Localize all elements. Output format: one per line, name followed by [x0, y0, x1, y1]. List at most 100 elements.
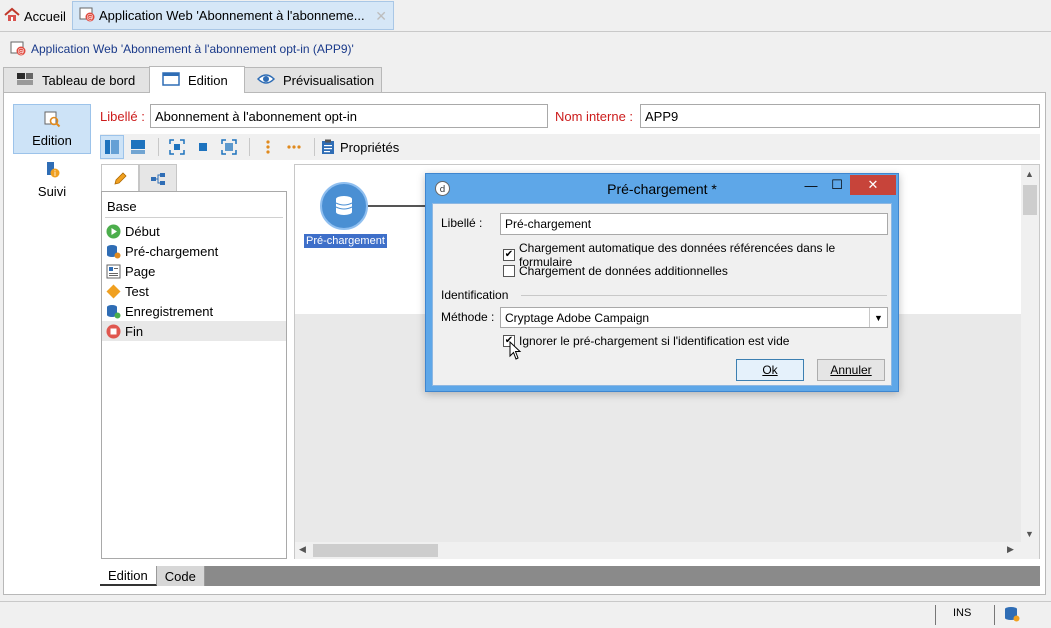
align-horizontal-button[interactable] [282, 135, 306, 159]
palette-item-enregistrement[interactable]: Enregistrement [102, 301, 286, 321]
chk-additional-checkbox[interactable] [503, 265, 515, 277]
properties-label: Propriétés [340, 139, 400, 155]
palette-item-test[interactable]: Test [102, 281, 286, 301]
chk-ignore-row[interactable]: ✔ Ignorer le pré-chargement si l'identif… [503, 334, 789, 348]
palette-item-pre-chargement[interactable]: Pré-chargement [102, 241, 286, 261]
app-icon: d [435, 181, 450, 199]
edit-search-icon [43, 110, 61, 131]
save-database-icon [106, 304, 121, 319]
methode-label: Méthode : [441, 310, 495, 324]
methode-value: Cryptage Adobe Campaign [505, 310, 650, 325]
chk-ignore-label: Ignorer le pré-chargement si l'identific… [519, 334, 790, 348]
editor-toolbar: Propriétés [100, 134, 1040, 160]
nom-interne-field[interactable]: APP9 [640, 104, 1040, 128]
dialog-libelle-field[interactable]: Pré-chargement [500, 213, 888, 235]
scroll-thumb[interactable] [313, 544, 438, 557]
toolbar-separator [314, 138, 315, 156]
node-label[interactable]: Pré-chargement [304, 234, 387, 248]
scroll-thumb[interactable] [1023, 185, 1037, 215]
ok-button[interactable]: Ok [736, 359, 804, 381]
svg-text:@: @ [87, 14, 94, 22]
scroll-down-icon[interactable]: ▼ [1025, 529, 1034, 539]
clipboard-icon [322, 139, 334, 154]
layout-vertical-button[interactable] [100, 135, 124, 159]
maximize-icon[interactable]: ☐ [824, 175, 850, 195]
breadcrumb-label: Application Web 'Abonnement à l'abonneme… [31, 42, 354, 56]
libelle-label: Libellé : [100, 109, 145, 124]
section-divider [521, 295, 887, 296]
layout-horizontal-icon [131, 140, 145, 154]
pre-chargement-node[interactable] [320, 182, 368, 230]
tab-bottom-code[interactable]: Code [156, 566, 205, 586]
page-icon [106, 264, 121, 279]
tab-bottom-edition[interactable]: Edition [100, 566, 157, 586]
sidebar-item-label: Suivi [37, 184, 67, 199]
palette-item-page[interactable]: Page [102, 261, 286, 281]
cancel-button[interactable]: Annuler [817, 359, 885, 381]
sidebar-item-suivi[interactable]: i Suivi [13, 160, 91, 200]
chevron-down-icon[interactable]: ▼ [869, 308, 887, 327]
dialog-title: Pré-chargement * [607, 180, 717, 197]
actual-size-button[interactable] [191, 135, 215, 159]
scroll-right-icon[interactable]: ▶ [1007, 544, 1014, 555]
web-app-icon: @ [10, 40, 26, 59]
database-icon [106, 244, 121, 259]
palette-item-label: Enregistrement [125, 303, 214, 319]
close-icon[interactable]: ✕ [850, 175, 896, 195]
horizontal-scrollbar[interactable]: ◀ ▶ [295, 542, 1021, 559]
tab-tableau-de-bord[interactable]: Tableau de bord [3, 67, 150, 93]
minimize-icon[interactable]: — [798, 175, 824, 195]
dialog-libelle-label: Libellé : [441, 216, 483, 230]
horizontal-dots-icon [287, 145, 301, 149]
start-icon [106, 224, 121, 239]
home-tab-label: Accueil [24, 8, 66, 24]
tab-label: Prévisualisation [283, 73, 375, 88]
palette-item-label: Fin [125, 323, 144, 339]
close-tab-icon[interactable]: ✕ [375, 8, 387, 25]
window-controls: — ☐ ✕ [798, 175, 896, 195]
vertical-dots-icon [266, 140, 270, 154]
dialog-titlebar[interactable]: d Pré-chargement * — ☐ ✕ [426, 174, 898, 203]
activity-palette: Base Début Pré-chargement Page Test Enre… [101, 191, 287, 559]
insert-mode-indicator: INS [953, 607, 972, 619]
pre-chargement-dialog: d Pré-chargement * — ☐ ✕ Libellé : Pré-c… [425, 173, 899, 392]
palette-tab-tree[interactable] [139, 164, 177, 192]
home-tab[interactable]: Accueil [4, 5, 66, 27]
palette-header: Base [105, 195, 283, 218]
cancel-label: Annuler [830, 363, 872, 377]
svg-text:i: i [54, 169, 56, 178]
zoom-selection-icon [221, 139, 237, 155]
layout-horizontal-button[interactable] [126, 135, 150, 159]
scroll-corner [1021, 542, 1039, 559]
vertical-scrollbar[interactable]: ▲ ▼ [1021, 165, 1039, 543]
sidebar-item-edition[interactable]: Edition [13, 104, 91, 154]
transition-line [368, 205, 428, 207]
status-separator [994, 605, 995, 625]
chk-auto-checkbox[interactable]: ✔ [503, 249, 515, 261]
zoom-fit-button[interactable] [165, 135, 189, 159]
palette-item-fin[interactable]: Fin [102, 321, 286, 341]
tab-edition[interactable]: Edition [149, 66, 245, 93]
methode-select[interactable]: Cryptage Adobe Campaign ▼ [500, 307, 888, 328]
libelle-field[interactable]: Abonnement à l'abonnement opt-in [150, 104, 548, 128]
align-vertical-button[interactable] [256, 135, 280, 159]
status-bar [0, 601, 1051, 628]
identification-section-title: Identification [441, 288, 509, 302]
scroll-left-icon[interactable]: ◀ [299, 544, 306, 555]
chk-additional-row[interactable]: Chargement de données additionnelles [503, 264, 728, 278]
stop-icon [106, 324, 121, 339]
diamond-icon [106, 284, 121, 299]
properties-button[interactable]: Propriétés [321, 139, 399, 155]
zoom-selection-button[interactable] [217, 135, 241, 159]
chk-additional-label: Chargement de données additionnelles [519, 264, 728, 278]
tab-previsualisation[interactable]: Prévisualisation [244, 67, 382, 93]
document-tab[interactable]: @ Application Web 'Abonnement à l'abonne… [72, 1, 394, 30]
dashboard-icon [16, 71, 34, 90]
scroll-up-icon[interactable]: ▲ [1025, 169, 1034, 179]
tree-icon [151, 172, 165, 185]
palette-item-debut[interactable]: Début [102, 221, 286, 241]
database-status-icon[interactable] [1004, 606, 1020, 625]
square-icon [199, 143, 207, 151]
palette-tab-edit[interactable] [101, 164, 139, 192]
svg-text:@: @ [18, 47, 25, 55]
